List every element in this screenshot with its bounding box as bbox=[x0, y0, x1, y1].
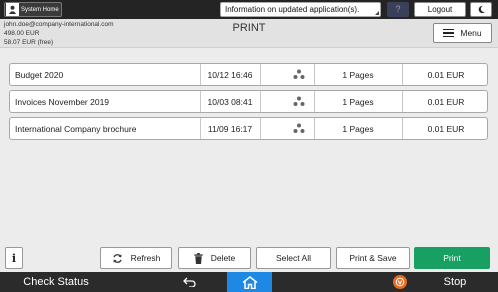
account-free-balance: 58.07 EUR (free) bbox=[4, 39, 54, 46]
column-divider bbox=[260, 91, 261, 112]
user-icon bbox=[6, 3, 19, 16]
moon-icon bbox=[478, 5, 485, 14]
color-dots-icon bbox=[293, 123, 305, 133]
job-price: 0.01 EUR bbox=[427, 70, 465, 80]
job-date: 10/12 16:46 bbox=[207, 70, 253, 80]
back-arrow-icon bbox=[183, 277, 196, 287]
hamburger-icon bbox=[443, 27, 455, 40]
help-button[interactable]: ? bbox=[387, 2, 409, 17]
footer: Check Status Stop bbox=[0, 272, 498, 292]
delete-button[interactable]: Delete bbox=[178, 247, 251, 269]
job-pages: 1 Pages bbox=[342, 70, 374, 80]
print-job-row[interactable]: Invoices November 2019 10/03 08:41 1 Pag… bbox=[9, 90, 488, 113]
home-button[interactable] bbox=[227, 272, 272, 292]
menu-label: Menu bbox=[460, 28, 482, 38]
job-price: 0.01 EUR bbox=[427, 124, 465, 134]
system-home-button[interactable]: System Home bbox=[4, 2, 62, 17]
print-and-save-button[interactable]: Print & Save bbox=[336, 247, 410, 269]
update-info-button[interactable]: Information on updated application(s). bbox=[220, 2, 381, 17]
trash-icon bbox=[194, 252, 203, 264]
refresh-icon bbox=[112, 253, 122, 263]
refresh-button[interactable]: Refresh bbox=[100, 247, 172, 269]
color-dots-icon bbox=[293, 96, 305, 106]
job-date: 10/03 08:41 bbox=[207, 97, 253, 107]
page-title: PRINT bbox=[232, 22, 266, 34]
energy-saver-button[interactable] bbox=[470, 2, 492, 17]
job-pages: 1 Pages bbox=[342, 97, 374, 107]
update-info-text: Information on updated application(s). bbox=[225, 5, 360, 14]
job-date: 11/09 16:17 bbox=[207, 124, 253, 134]
system-home-label: System Home bbox=[21, 6, 59, 13]
column-divider bbox=[260, 118, 261, 139]
print-job-row[interactable]: International Company brochure 11/09 16:… bbox=[9, 117, 488, 140]
delete-label: Delete bbox=[210, 253, 236, 263]
logout-button[interactable]: Logout bbox=[414, 2, 466, 17]
top-bar: System Home Information on updated appli… bbox=[0, 0, 498, 19]
print-button[interactable]: Print bbox=[414, 247, 490, 269]
stop-icon[interactable] bbox=[393, 275, 407, 289]
print-app: System Home Information on updated appli… bbox=[0, 0, 498, 292]
stop-button[interactable]: Stop bbox=[420, 272, 490, 292]
refresh-label: Refresh bbox=[130, 253, 161, 263]
check-status-button[interactable]: Check Status bbox=[0, 272, 112, 292]
color-dots-icon bbox=[293, 69, 305, 79]
info-icon: i bbox=[11, 251, 17, 265]
back-button[interactable] bbox=[160, 272, 220, 292]
menu-button[interactable]: Menu bbox=[433, 23, 492, 43]
job-price: 0.01 EUR bbox=[427, 97, 465, 107]
print-job-list: Budget 2020 10/12 16:46 1 Pages 0.01 EUR… bbox=[9, 63, 488, 144]
print-job-row[interactable]: Budget 2020 10/12 16:46 1 Pages 0.01 EUR bbox=[9, 63, 488, 86]
home-icon bbox=[242, 275, 257, 289]
job-name: Invoices November 2019 bbox=[15, 97, 110, 107]
header: john.doe@company-international.com 498.0… bbox=[0, 19, 498, 48]
info-button[interactable]: i bbox=[5, 247, 23, 269]
select-all-button[interactable]: Select All bbox=[256, 247, 331, 269]
corner-triangle-icon bbox=[375, 11, 379, 15]
job-name: International Company brochure bbox=[15, 124, 137, 134]
column-divider bbox=[260, 64, 261, 85]
job-name: Budget 2020 bbox=[15, 70, 64, 80]
job-pages: 1 Pages bbox=[342, 124, 374, 134]
